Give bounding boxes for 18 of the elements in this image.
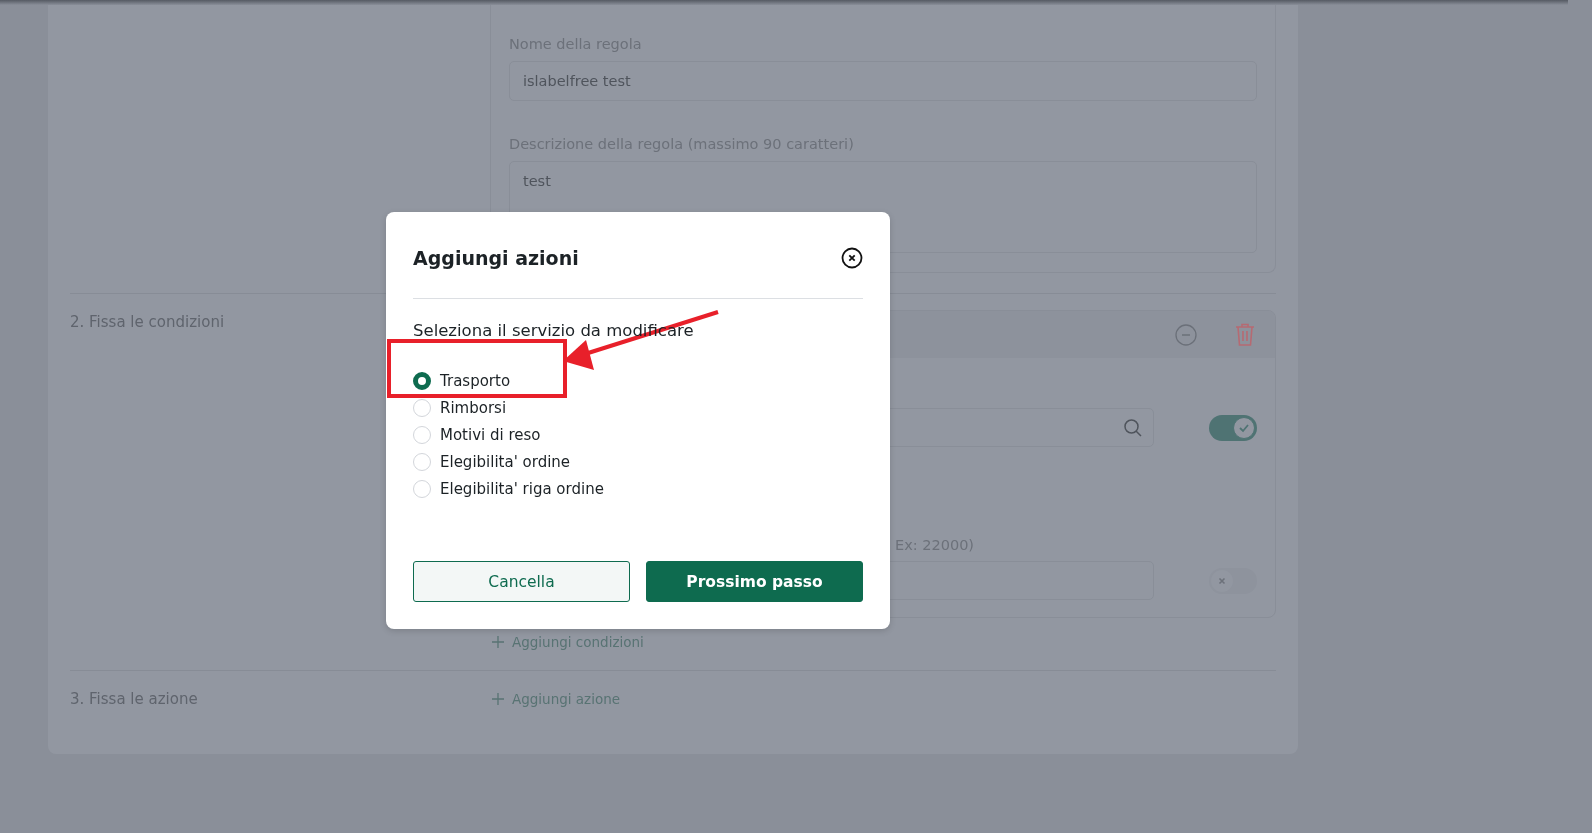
toggle-switch[interactable] [1209, 414, 1257, 441]
option-label[interactable]: Elegibilita' ordine [440, 451, 571, 473]
check-icon [1238, 422, 1250, 433]
toggle-switch[interactable] [1209, 567, 1257, 594]
search-icon [1123, 417, 1144, 438]
option-label[interactable]: Trasporto [440, 370, 511, 392]
option-label[interactable]: Motivi di reso [440, 424, 541, 446]
plus-icon [492, 636, 504, 648]
next-step-button[interactable]: Prossimo passo [646, 561, 863, 602]
close-icon [1217, 575, 1228, 586]
option-label[interactable]: Rimborsi [440, 397, 507, 419]
cancel-button[interactable]: Cancella [413, 561, 630, 602]
option-label[interactable]: Elegibilita' riga ordine [440, 478, 604, 500]
radio-button[interactable] [413, 372, 431, 390]
plus-icon [492, 693, 504, 705]
minus-circle-icon[interactable] [1175, 323, 1197, 346]
close-button[interactable] [841, 247, 863, 269]
trash-icon[interactable] [1235, 323, 1255, 346]
